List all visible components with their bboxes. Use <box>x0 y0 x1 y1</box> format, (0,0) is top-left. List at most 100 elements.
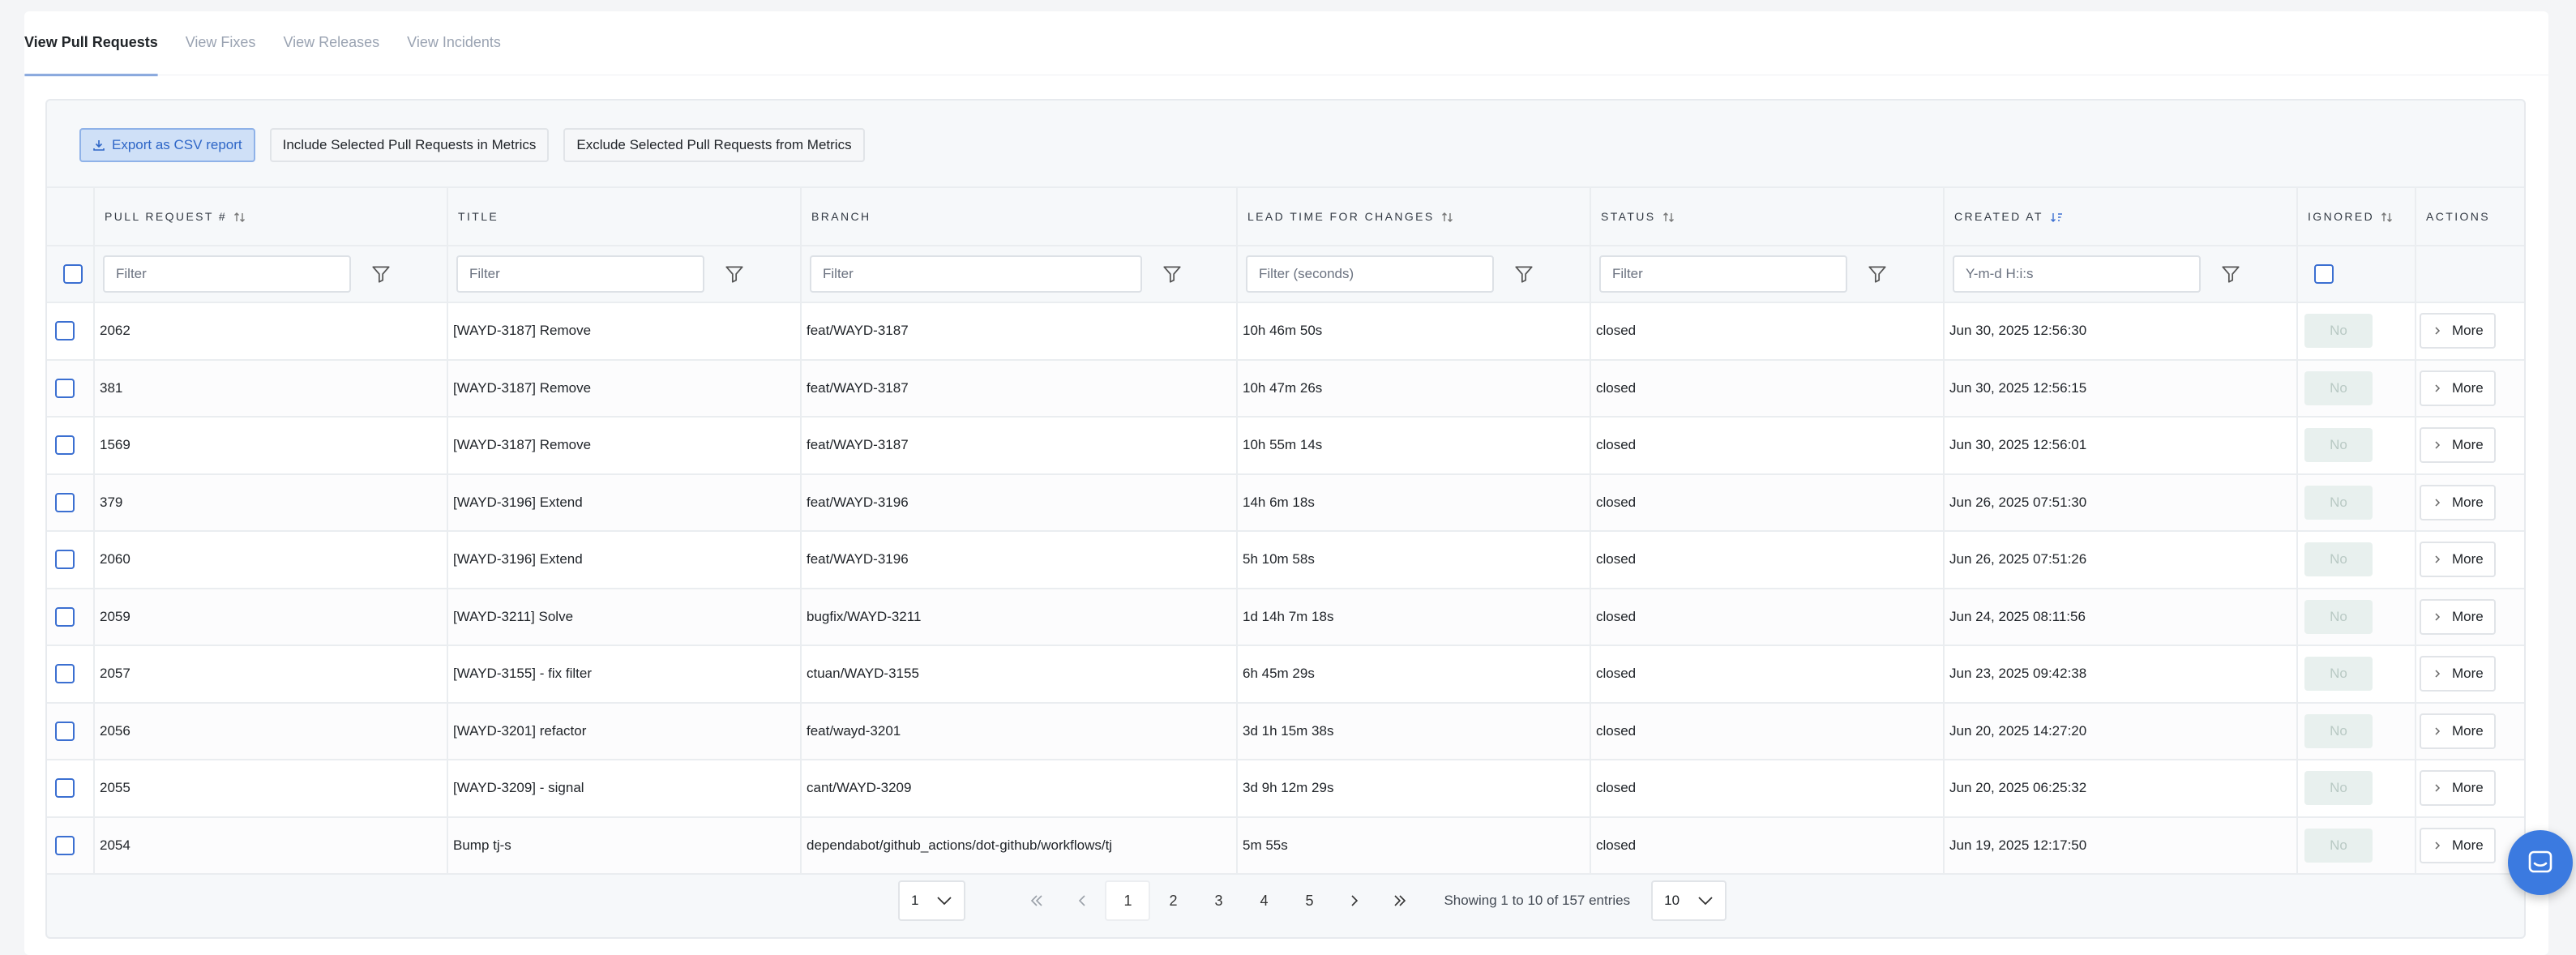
page-2-button[interactable]: 2 <box>1150 880 1196 921</box>
cell-branch: cant/WAYD-3209 <box>801 760 1238 818</box>
exclude-selected-button[interactable]: Exclude Selected Pull Requests from Metr… <box>563 128 865 162</box>
more-button[interactable]: More <box>2420 484 2496 520</box>
more-button[interactable]: More <box>2420 542 2496 578</box>
row-checkbox[interactable] <box>55 492 75 512</box>
filter-icon[interactable] <box>724 263 745 285</box>
filter-icon[interactable] <box>1513 263 1534 285</box>
cell-title: [WAYD-3155] - fix filter <box>447 645 802 704</box>
row-checkbox[interactable] <box>55 778 75 799</box>
filter-pr-number-input[interactable] <box>103 255 351 293</box>
page-3-button[interactable]: 3 <box>1196 880 1241 921</box>
filter-status-input[interactable] <box>1599 255 1847 293</box>
header-select <box>47 186 95 246</box>
row-checkbox[interactable] <box>55 721 75 741</box>
last-page-button[interactable] <box>1377 880 1423 921</box>
filter-icon[interactable] <box>1162 263 1183 285</box>
more-button[interactable]: More <box>2420 713 2496 749</box>
header-pr-number[interactable]: PULL REQUEST # <box>94 186 448 246</box>
page-5-button[interactable]: 5 <box>1286 880 1332 921</box>
row-checkbox[interactable] <box>55 664 75 684</box>
toolbar: Export as CSV report Include Selected Pu… <box>79 128 865 162</box>
page-4-button[interactable]: 4 <box>1241 880 1286 921</box>
table-row: 2062 [WAYD-3187] Remove feat/WAYD-3187 10h … <box>47 302 2524 361</box>
more-button[interactable]: More <box>2420 827 2496 863</box>
cell-lead-time: 6h 45m 29s <box>1237 645 1591 704</box>
cell-created-at: Jun 20, 2025 06:25:32 <box>1944 760 2298 818</box>
row-checkbox[interactable] <box>55 378 75 398</box>
export-csv-button[interactable]: Export as CSV report <box>79 128 255 162</box>
cell-created-at: Jun 24, 2025 08:11:56 <box>1944 588 2298 646</box>
ignored-filter-checkbox[interactable] <box>2314 264 2334 284</box>
cell-pr-number: 2059 <box>94 588 448 646</box>
first-page-button[interactable] <box>1014 880 1059 921</box>
row-select-cell <box>47 702 95 760</box>
row-checkbox[interactable] <box>55 835 75 855</box>
filter-branch-input[interactable] <box>810 255 1142 293</box>
ignored-badge: No <box>2304 599 2373 634</box>
header-created-at[interactable]: CREATED AT <box>1944 186 2298 246</box>
tab-view-pull-requests[interactable]: View Pull Requests <box>24 19 158 76</box>
cell-pr-number: 2060 <box>94 531 448 589</box>
header-ignored[interactable]: IGNORED <box>2297 186 2416 246</box>
cell-ignored: No <box>2297 588 2416 646</box>
more-button[interactable]: More <box>2420 313 2496 349</box>
header-lead-time[interactable]: LEAD TIME FOR CHANGES <box>1237 186 1591 246</box>
more-button[interactable]: More <box>2420 656 2496 692</box>
cell-pr-number: 2056 <box>94 702 448 760</box>
more-button[interactable]: More <box>2420 427 2496 464</box>
tab-view-releases[interactable]: View Releases <box>283 19 379 76</box>
cell-title: [WAYD-3201] refactor <box>447 702 802 760</box>
chat-icon <box>2528 850 2552 873</box>
header-status[interactable]: STATUS <box>1590 186 1945 246</box>
tab-bar: View Pull Requests View Fixes View Relea… <box>24 19 528 76</box>
chevron-right-icon <box>2435 441 2441 449</box>
tab-view-fixes[interactable]: View Fixes <box>186 19 256 76</box>
select-all-checkbox[interactable] <box>63 264 83 284</box>
cell-branch: feat/WAYD-3196 <box>801 473 1238 532</box>
chat-launcher-button[interactable] <box>2508 830 2573 895</box>
include-selected-button[interactable]: Include Selected Pull Requests in Metric… <box>269 128 550 162</box>
filter-title-input[interactable] <box>456 255 704 293</box>
cell-title: Bump tj-s <box>447 816 802 875</box>
row-select-cell <box>47 816 95 875</box>
more-button[interactable]: More <box>2420 598 2496 635</box>
row-select-cell <box>47 760 95 818</box>
row-checkbox[interactable] <box>55 435 75 456</box>
more-button[interactable]: More <box>2420 770 2496 807</box>
filter-icon[interactable] <box>2220 263 2241 285</box>
filter-icon[interactable] <box>370 263 392 285</box>
cell-status: closed <box>1590 816 1945 875</box>
chevron-right-icon <box>2435 555 2441 563</box>
tab-view-incidents[interactable]: View Incidents <box>407 19 501 76</box>
page-1-button[interactable]: 1 <box>1105 880 1151 921</box>
cell-title: [WAYD-3209] - signal <box>447 760 802 818</box>
cell-ignored: No <box>2297 359 2416 418</box>
page-size-select[interactable]: 10 <box>1651 880 1727 921</box>
table-row: 2055 [WAYD-3209] - signal cant/WAYD-3209 3d… <box>47 760 2524 818</box>
row-checkbox[interactable] <box>55 321 75 341</box>
prev-page-button[interactable] <box>1059 880 1105 921</box>
chevron-left-icon <box>1079 895 1086 906</box>
pull-requests-table: PULL REQUEST # TITLE BRANCH LEAD TIME FO… <box>47 186 2524 875</box>
more-button[interactable]: More <box>2420 370 2496 406</box>
cell-status: closed <box>1590 702 1945 760</box>
filter-icon[interactable] <box>1867 263 1888 285</box>
cell-actions: More <box>2416 645 2524 704</box>
next-page-button[interactable] <box>1332 880 1377 921</box>
filter-lead-time-input[interactable] <box>1246 255 1494 293</box>
cell-title: [WAYD-3187] Remove <box>447 302 802 361</box>
filter-created-at-input[interactable] <box>1953 255 2201 293</box>
cell-pr-number: 2062 <box>94 302 448 361</box>
cell-created-at: Jun 26, 2025 07:51:30 <box>1944 473 2298 532</box>
sort-desc-icon <box>2050 213 2062 223</box>
table-row: 2059 [WAYD-3211] Solve bugfix/WAYD-3211 1d … <box>47 588 2524 646</box>
header-actions: ACTIONS <box>2416 186 2524 246</box>
page-select[interactable]: 1 <box>898 880 966 921</box>
ignored-badge: No <box>2304 314 2373 349</box>
cell-ignored: No <box>2297 702 2416 760</box>
table-row: 1569 [WAYD-3187] Remove feat/WAYD-3187 10h … <box>47 417 2524 475</box>
row-checkbox[interactable] <box>55 550 75 570</box>
cell-title: [WAYD-3211] Solve <box>447 588 802 646</box>
table-row: 2057 [WAYD-3155] - fix filter ctuan/WAYD-3… <box>47 645 2524 704</box>
row-checkbox[interactable] <box>55 606 75 627</box>
